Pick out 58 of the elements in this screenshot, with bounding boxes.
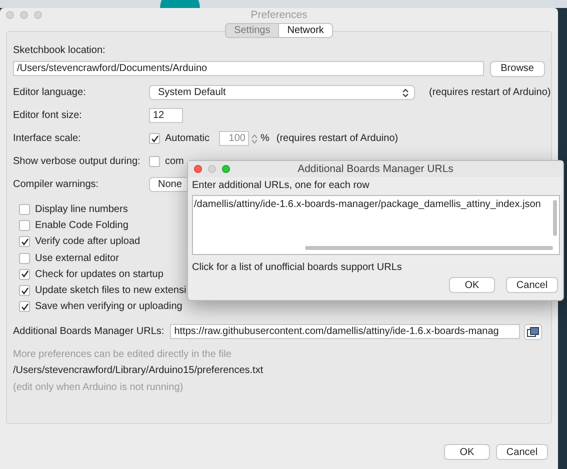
checkbox[interactable] <box>19 236 30 248</box>
field-label: Compiler warnings: <box>13 179 100 190</box>
boards-list-link[interactable]: Click for a list of unofficial boards support URLs <box>192 262 560 273</box>
browse-button[interactable]: Browse <box>490 60 545 76</box>
field-label: Interface scale: <box>13 133 82 144</box>
field-label: Editor font size: <box>13 110 83 121</box>
cancel-button[interactable]: Cancel <box>506 277 558 293</box>
close-button[interactable] <box>194 165 202 173</box>
spinner-icon[interactable] <box>251 132 258 144</box>
restart-note: (requires restart of Arduino) <box>276 133 398 144</box>
zoom-button[interactable] <box>222 165 230 173</box>
checkbox-label: Use external editor <box>35 252 119 264</box>
ok-button[interactable]: OK <box>449 277 495 293</box>
urls-text-area[interactable]: /damellis/attiny/ide-1.6.x-boards-manager/package_damellis_attiny_index.json <box>192 195 560 255</box>
hint-text: More preferences can be edited directly in the file <box>13 349 232 360</box>
minimize-button[interactable] <box>20 11 28 19</box>
logo-drawing <box>160 0 200 8</box>
sketchbook-path-field[interactable]: /Users/stevencrawford/Documents/Arduino <box>13 61 484 76</box>
field-label: Editor language: <box>13 87 87 98</box>
scrollbar[interactable] <box>305 246 553 250</box>
window-title: Preferences <box>250 9 308 21</box>
checkbox[interactable] <box>149 156 160 167</box>
checkbox-label: Check for updates on startup <box>35 268 164 280</box>
checkbox[interactable] <box>19 301 30 312</box>
checkbox-label: Display line numbers <box>35 204 128 215</box>
checkbox[interactable] <box>19 268 30 280</box>
scale-field[interactable]: 100 <box>219 131 250 146</box>
checkbox[interactable] <box>19 285 30 296</box>
file-path: /Users/stevencrawford/Library/Arduino15/preferences.txt <box>13 365 264 376</box>
caret-icon <box>402 88 409 98</box>
window-icon[interactable] <box>524 324 542 340</box>
unit-label: % <box>260 133 270 144</box>
checkbox[interactable] <box>19 252 30 264</box>
restart-note: (requires restart of Arduino) <box>428 87 552 98</box>
boards-url-field[interactable]: https://raw.githubusercontent.com/damellis/attiny/ide-1.6.x-boards-manag <box>170 324 520 340</box>
field-label: Sketchbook location: <box>13 45 106 56</box>
font-size-field[interactable]: 12 <box>149 108 183 123</box>
close-button[interactable] <box>6 11 14 19</box>
checkbox[interactable] <box>19 204 30 215</box>
zoom-button[interactable] <box>34 11 42 19</box>
minimize-button[interactable] <box>208 165 216 173</box>
field-label: Show verbose output during: <box>13 156 142 167</box>
cancel-button[interactable]: Cancel <box>496 444 548 460</box>
checkbox[interactable] <box>19 220 30 231</box>
checkbox-label: Automatic <box>165 133 210 144</box>
checkbox-label: Enable Code Folding <box>35 220 128 231</box>
dialog-title: Additional Boards Manager URLs <box>296 163 454 175</box>
checkbox-label: Update sketch files to new extensi <box>35 285 186 296</box>
hint-text: (edit only when Arduino is not running) <box>13 382 184 394</box>
scrollbar[interactable] <box>553 200 557 236</box>
language-select[interactable]: System Default <box>149 85 415 100</box>
tab[interactable]: Network <box>279 23 333 38</box>
checkbox[interactable] <box>149 133 160 144</box>
field-label: Additional Boards Manager URLs: <box>13 326 164 338</box>
checkbox-label: Save when verifying or uploading <box>35 301 182 312</box>
checkbox-label: Verify code after upload <box>35 236 140 248</box>
checkbox-label: com <box>165 156 184 167</box>
ok-button[interactable]: OK <box>444 444 490 460</box>
